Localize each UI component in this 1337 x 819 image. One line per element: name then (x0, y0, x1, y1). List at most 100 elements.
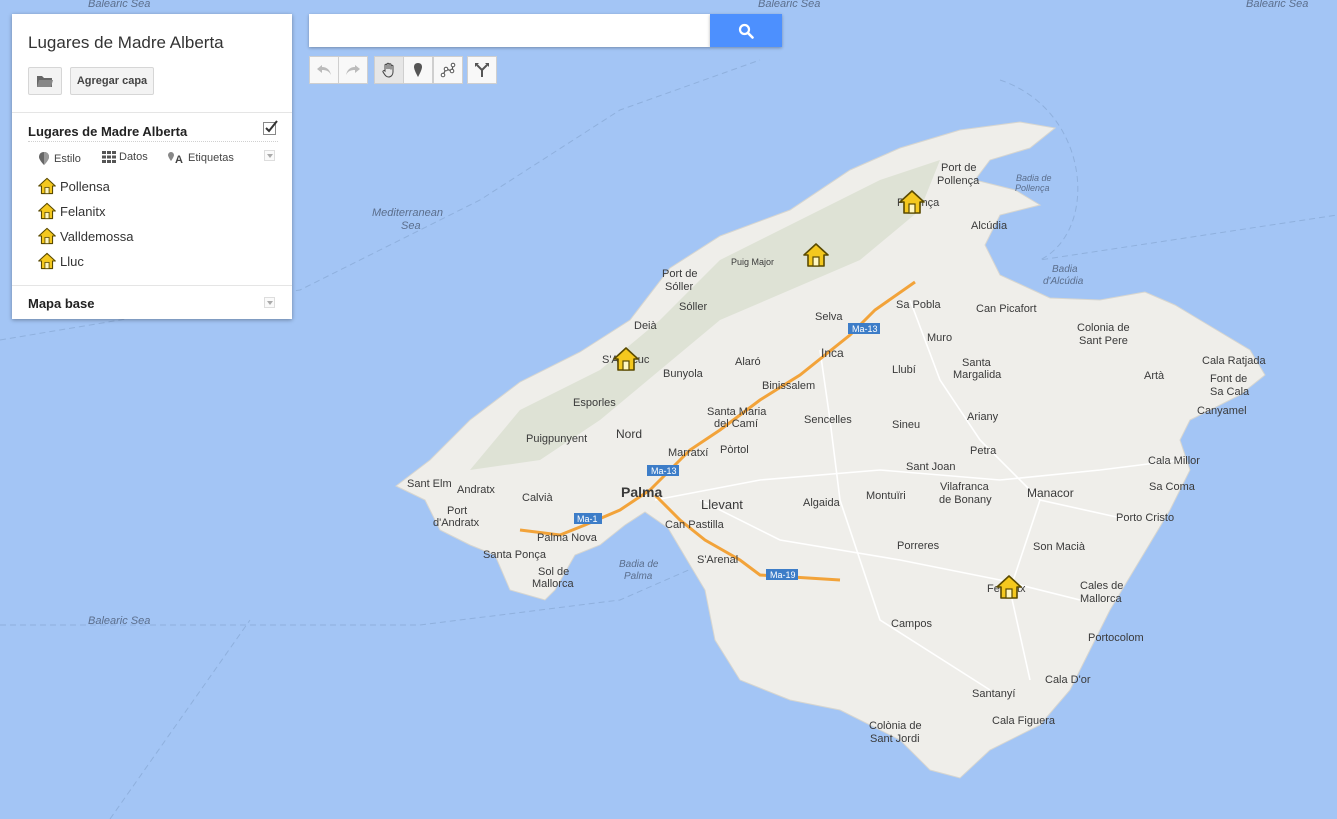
undo-button[interactable] (309, 56, 339, 84)
search-input[interactable] (309, 14, 710, 47)
layer-title[interactable]: Lugares de Madre Alberta (28, 124, 187, 139)
divider (28, 141, 278, 142)
svg-text:Palma: Palma (621, 484, 662, 500)
draw-line-button[interactable] (433, 56, 463, 84)
svg-text:Ariany: Ariany (967, 411, 999, 423)
svg-text:Nord: Nord (616, 427, 642, 441)
svg-text:Muro: Muro (927, 332, 952, 344)
place-item[interactable]: Lluc (38, 252, 84, 270)
layer-visibility-checkbox[interactable] (263, 120, 278, 135)
data-label: Datos (119, 151, 148, 163)
svg-text:Port de: Port de (662, 268, 697, 280)
svg-text:Sea: Sea (401, 220, 421, 232)
svg-text:del Camí: del Camí (714, 418, 758, 430)
house-icon (38, 177, 56, 195)
svg-text:Badia de: Badia de (1016, 173, 1052, 183)
svg-text:Pòrtol: Pòrtol (720, 444, 749, 456)
label-pin-icon: A (168, 152, 183, 165)
svg-text:Santa Maria: Santa Maria (707, 406, 767, 418)
style-paint-icon (39, 152, 49, 165)
svg-text:Inca: Inca (821, 346, 844, 360)
directions-button[interactable] (467, 56, 497, 84)
svg-text:Alcúdia: Alcúdia (971, 220, 1008, 232)
svg-text:Mediterranean: Mediterranean (372, 207, 443, 219)
base-map-title[interactable]: Mapa base (28, 296, 94, 311)
svg-text:Esporles: Esporles (573, 397, 616, 409)
map-title[interactable]: Lugares de Madre Alberta (28, 33, 224, 53)
place-label: Lluc (60, 253, 84, 269)
svg-text:A: A (175, 154, 183, 165)
select-tool-button[interactable] (374, 56, 404, 84)
svg-text:Balearic Sea: Balearic Sea (88, 615, 150, 627)
svg-text:Cala Ratjada: Cala Ratjada (1202, 355, 1266, 367)
labels-tool[interactable]: A Etiquetas (167, 151, 234, 165)
svg-text:Sencelles: Sencelles (804, 414, 852, 426)
svg-text:Can Picafort: Can Picafort (976, 303, 1037, 315)
hand-icon (382, 62, 394, 78)
svg-text:Colònia de: Colònia de (869, 720, 922, 732)
svg-text:Santa Ponça: Santa Ponça (483, 549, 547, 561)
house-icon (38, 252, 56, 270)
svg-text:Calvià: Calvià (522, 492, 553, 504)
house-icon (38, 202, 56, 220)
svg-text:Santa: Santa (962, 357, 992, 369)
svg-text:Ma-13: Ma-13 (651, 466, 677, 476)
svg-text:Sol de: Sol de (538, 566, 569, 578)
svg-text:Petra: Petra (970, 445, 997, 457)
add-marker-button[interactable] (403, 56, 433, 84)
place-label: Pollensa (60, 178, 110, 194)
svg-text:Sant Pere: Sant Pere (1079, 335, 1128, 347)
svg-text:Sant Joan: Sant Joan (906, 461, 956, 473)
place-item[interactable]: Pollensa (38, 177, 110, 195)
svg-text:Ma-19: Ma-19 (770, 570, 796, 580)
layers-panel: Lugares de Madre Alberta Agregar capa Lu… (12, 14, 292, 319)
data-tool[interactable]: Datos (102, 151, 148, 163)
redo-button[interactable] (338, 56, 368, 84)
svg-text:Font de: Font de (1210, 373, 1247, 385)
svg-text:Campos: Campos (891, 618, 932, 630)
svg-text:Cala Figuera: Cala Figuera (992, 715, 1056, 727)
svg-text:Pollença: Pollença (937, 175, 980, 187)
svg-text:de Bonany: de Bonany (939, 494, 992, 506)
undo-icon (317, 65, 331, 75)
place-item[interactable]: Valldemossa (38, 227, 133, 245)
svg-text:Colonia de: Colonia de (1077, 322, 1130, 334)
svg-text:Marratxí: Marratxí (668, 447, 708, 459)
house-icon (38, 227, 56, 245)
open-map-button[interactable] (28, 67, 62, 95)
add-layer-button[interactable]: Agregar capa (70, 67, 154, 95)
svg-text:d'Alcúdia: d'Alcúdia (1043, 276, 1084, 287)
svg-text:Sóller: Sóller (665, 281, 693, 293)
folder-icon (37, 76, 53, 87)
draw-line-icon (440, 62, 456, 78)
svg-text:Sóller: Sóller (679, 301, 707, 313)
svg-text:Binissalem: Binissalem (762, 380, 815, 392)
svg-text:Ma-1: Ma-1 (577, 514, 598, 524)
svg-text:Can Pastilla: Can Pastilla (665, 519, 725, 531)
search-icon (738, 23, 754, 39)
svg-text:Cales de: Cales de (1080, 580, 1123, 592)
place-item[interactable]: Felanitx (38, 202, 106, 220)
svg-text:Ma-13: Ma-13 (852, 324, 878, 334)
svg-text:Mallorca: Mallorca (1080, 593, 1122, 605)
divider (12, 285, 292, 286)
svg-text:d'Andratx: d'Andratx (433, 517, 480, 529)
svg-text:Llevant: Llevant (701, 497, 743, 512)
svg-text:Cala D'or: Cala D'or (1045, 674, 1091, 686)
base-map-dropdown[interactable] (264, 297, 275, 308)
place-label: Felanitx (60, 203, 106, 219)
svg-text:Sa Coma: Sa Coma (1149, 481, 1196, 493)
layer-options-dropdown[interactable] (264, 150, 275, 161)
svg-text:Porto Cristo: Porto Cristo (1116, 512, 1174, 524)
svg-text:Puig Major: Puig Major (731, 257, 774, 267)
svg-text:Sineu: Sineu (892, 419, 920, 431)
divider (12, 112, 292, 113)
search-button[interactable] (710, 14, 782, 47)
svg-text:Manacor: Manacor (1027, 486, 1074, 500)
style-tool[interactable]: Estilo (37, 151, 81, 166)
svg-text:Algaida: Algaida (803, 497, 841, 509)
svg-text:Badia: Badia (1052, 264, 1078, 275)
svg-text:Son Macià: Son Macià (1033, 541, 1086, 553)
svg-text:Margalida: Margalida (953, 369, 1002, 381)
style-label: Estilo (54, 152, 81, 165)
